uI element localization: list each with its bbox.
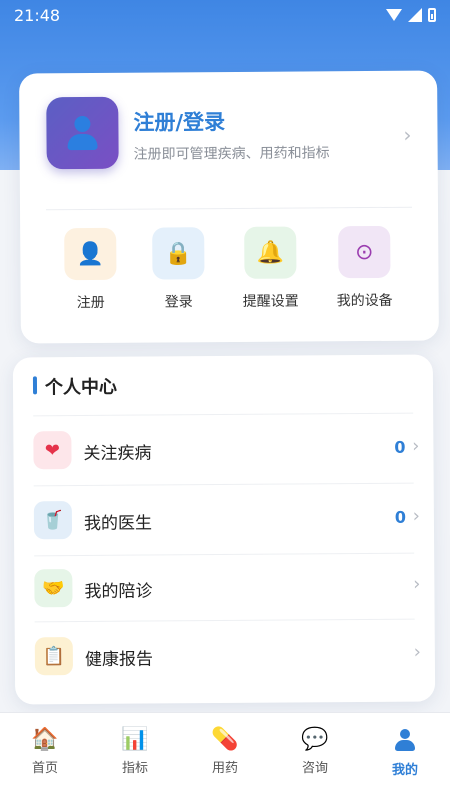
list-item-label: 关注疾病 [83,443,152,464]
count-badge: 0 [394,437,406,457]
divider [33,482,414,487]
status-bar: 21:48 [0,0,450,30]
tab-label: 用药 [211,761,238,776]
divider [46,206,413,211]
count-badge: 0 [394,507,406,527]
wifi-icon [386,9,402,21]
list-item-label: 我的医生 [83,513,153,534]
tab-consult[interactable]: 💬 咨询 [270,713,360,800]
home-icon: 🏠 [31,727,59,752]
section-title: 个人中心 [33,373,117,400]
quick-action-label: 注册 [76,294,105,312]
list-item-my-doctors[interactable]: 🥤 我的医生 0 › [33,489,420,552]
device-icon: ⊙ [338,225,391,279]
lock-icon: 🔒 [152,227,205,280]
tab-label: 我的 [391,763,418,778]
bell-icon: 🔔 [244,226,297,279]
person-icon: 👤 [64,227,117,281]
quick-action-my-devices[interactable]: ⊙ 我的设备 [324,225,405,311]
list-item-my-escort[interactable]: 🤝 我的陪诊 › [34,557,420,620]
chevron-right-icon: › [412,505,420,527]
quick-action-label: 登录 [164,294,193,311]
tab-indicators[interactable]: 📊 指标 [90,713,180,800]
chevron-right-icon[interactable]: › [403,123,411,147]
status-time: 21:48 [14,5,61,25]
clipboard-icon: 📋 [34,637,74,676]
profile-subtitle: 注册即可管理疾病、用药和指标 [133,145,330,163]
quick-action-register[interactable]: 👤 注册 [50,227,131,313]
tab-home[interactable]: 🏠 首页 [0,713,90,800]
personal-center-card: 个人中心 ❤ 关注疾病 0 › 🥤 我的医生 0 › 🤝 我的陪诊 › 📋 健康… [12,354,436,705]
divider [33,412,414,417]
quick-action-login[interactable]: 🔒 登录 [138,227,219,312]
tab-label: 咨询 [301,761,328,776]
list-item-label: 健康报告 [84,649,153,670]
chat-icon: 💬 [301,727,329,752]
tab-label: 指标 [121,761,148,776]
list-item-label: 我的陪诊 [84,581,153,602]
profile-card: 注册/登录 注册即可管理疾病、用药和指标 › 👤 注册 🔒 登录 🔔 提醒设置 … [19,70,439,344]
divider [34,552,415,557]
pill-icon: 💊 [211,727,239,752]
handshake-icon: 🤝 [34,569,73,608]
profile-icon [360,729,450,757]
bottom-tab-bar: 🏠 首页 📊 指标 💊 用药 💬 咨询 我的 [0,712,450,800]
chevron-right-icon: › [413,573,421,595]
quick-action-label: 我的设备 [336,292,393,310]
signal-icon [408,8,422,22]
quick-action-label: 提醒设置 [242,293,299,310]
login-register-link[interactable]: 注册/登录 [133,106,225,137]
tab-label: 首页 [31,761,58,776]
chart-icon: 📊 [121,727,149,752]
doctor-icon: 🥤 [33,501,73,540]
avatar[interactable] [46,96,119,170]
person-icon [65,115,99,151]
tab-medication[interactable]: 💊 用药 [180,713,270,800]
battery-icon [428,8,436,22]
chevron-right-icon: › [413,641,421,663]
tab-mine[interactable]: 我的 [360,713,450,800]
chevron-right-icon: › [412,435,420,457]
divider [34,618,415,623]
list-item-health-report[interactable]: 📋 健康报告 › [34,625,421,688]
list-item-followed-diseases[interactable]: ❤ 关注疾病 0 › [33,419,419,482]
quick-action-reminder-settings[interactable]: 🔔 提醒设置 [230,226,311,311]
heart-icon: ❤ [33,431,72,470]
